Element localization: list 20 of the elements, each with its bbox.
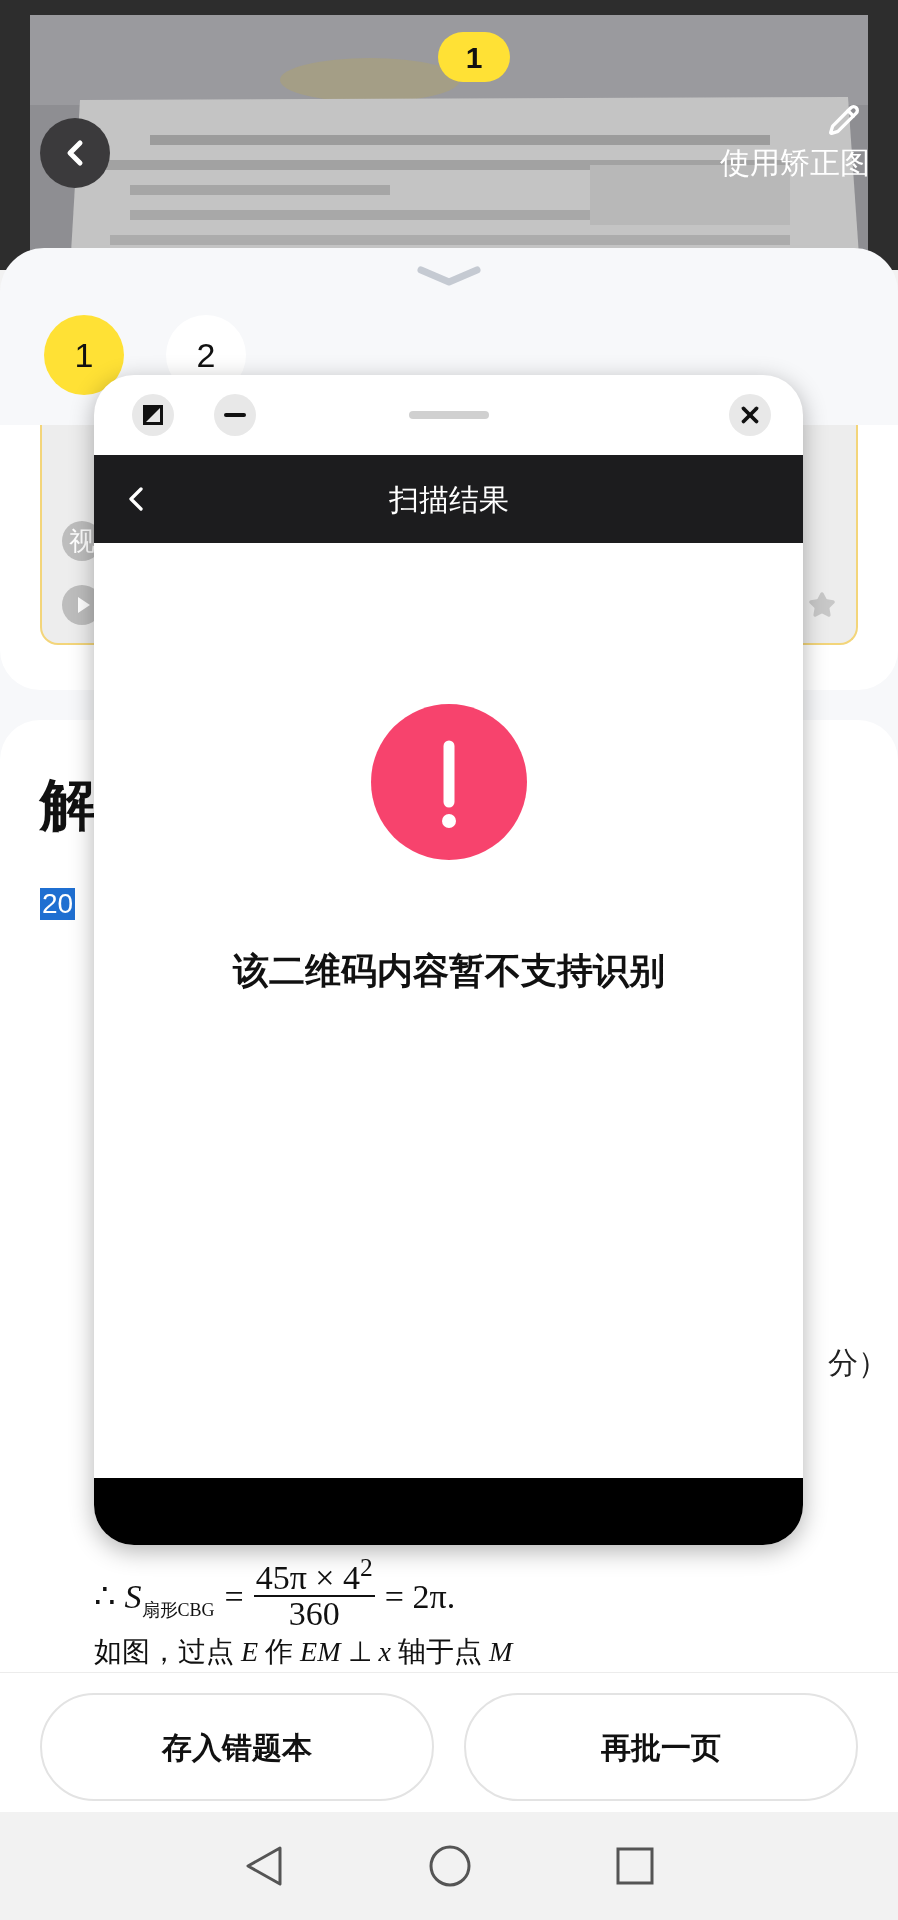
action-button[interactable]: 再批一页 bbox=[464, 1693, 858, 1801]
question-number: 20 bbox=[40, 888, 76, 920]
error-message: 该二维码内容暂不支持识别 bbox=[232, 949, 665, 993]
action-button[interactable]: 存入错题本 bbox=[40, 1693, 434, 1801]
minimize-button[interactable] bbox=[214, 394, 256, 436]
page-tab[interactable]: 1 bbox=[44, 315, 124, 395]
drag-handle[interactable] bbox=[408, 411, 489, 419]
recents-nav-icon[interactable] bbox=[616, 1847, 654, 1885]
star-icon[interactable] bbox=[808, 591, 836, 619]
close-button[interactable] bbox=[729, 394, 771, 436]
back-nav-icon[interactable] bbox=[244, 1845, 284, 1887]
warning-icon bbox=[370, 704, 527, 860]
home-nav-icon[interactable] bbox=[429, 1845, 471, 1887]
solution-line: 如图，过点 E 作 EM ⊥ x 轴于点 M bbox=[94, 1635, 513, 1669]
resize-button[interactable] bbox=[132, 394, 174, 436]
resize-icon bbox=[143, 405, 163, 425]
minimize-icon bbox=[224, 413, 246, 417]
score-text: 分） bbox=[828, 1345, 888, 1381]
dialog-title: 扫描结果 bbox=[388, 481, 509, 518]
solution-heading: 解 bbox=[40, 772, 96, 838]
